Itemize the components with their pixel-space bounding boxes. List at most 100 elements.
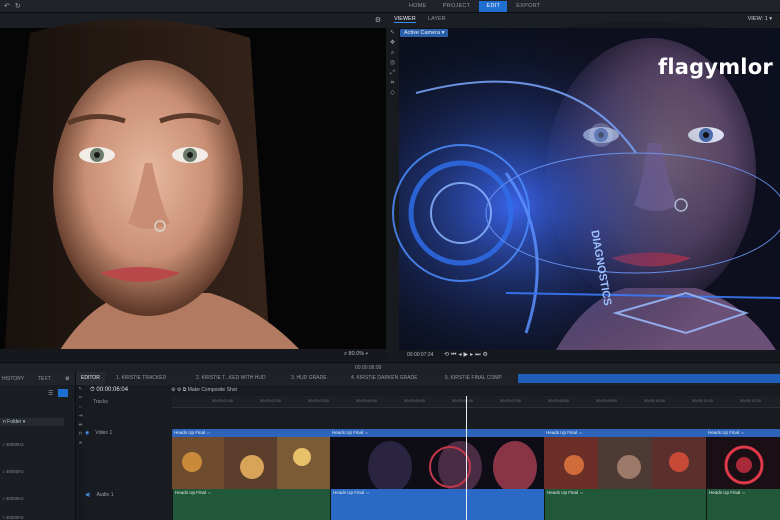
loop-icon[interactable]: ⟲	[444, 352, 451, 358]
audio-clip[interactable]: Heads Up Final ⇔	[172, 489, 330, 520]
refresh-icon[interactable]: ↻	[15, 3, 21, 10]
tab-kirstie-hud[interactable]: 2. KIRSTIE T...KED WITH HUD	[191, 372, 271, 385]
step-forward-icon[interactable]: ⏭	[475, 352, 482, 358]
list-item[interactable]: r 48000Hz	[3, 496, 24, 501]
editor-timecode-value: 00:00:06:04	[96, 387, 129, 393]
clip-label: Heads Up Final	[546, 430, 578, 435]
timeline-editor: EDITOR 1. KIRSTIE TRACKED 2. KIRSTIE T..…	[76, 372, 780, 520]
ruler-tick: 00:00:10:00	[644, 398, 666, 403]
tab-editor[interactable]: EDITOR	[76, 372, 105, 385]
clip-title: Heads Up Final ⇔	[709, 490, 746, 495]
list-item[interactable]: r 48000Hz	[3, 469, 24, 474]
link-tool-icon[interactable]: ∞	[76, 439, 85, 448]
window-controls: ↶ ↻	[4, 3, 21, 10]
clip-label: Heads Up Final	[174, 430, 206, 435]
tab-final-comp[interactable]: 5. KIRSTIE FINAL COMP	[440, 372, 507, 385]
clip-title: Heads Up Final ⇔	[333, 490, 370, 495]
roll-tool-icon[interactable]: ⇹	[76, 421, 85, 430]
menu-edit[interactable]: EDIT	[479, 1, 508, 12]
ruler-tick: 00:00:04:00	[356, 398, 378, 403]
tab-hud-grade[interactable]: 3. HUD GRADE	[286, 372, 332, 385]
clip-label: Heads Up Final	[547, 490, 579, 495]
grid-view-icon[interactable]	[58, 389, 68, 397]
audio-clip[interactable]: Heads Up Final ⇔	[706, 489, 780, 520]
tab-strip-fill	[518, 374, 780, 383]
menu-export[interactable]: EXPORT	[509, 1, 547, 12]
folder-row[interactable]: n Folder ▾	[0, 418, 64, 426]
editor-timecode: ⏱ 00:00:06:04	[90, 387, 129, 393]
tab-darken-grade[interactable]: 4. KIRSTIE DARKEN GRADE	[346, 372, 422, 385]
clip-title: Heads Up Final ⇔	[175, 490, 212, 495]
timeline-ruler[interactable]: 00:00:01:00 00:00:02:00 00:00:03:00 00:0…	[172, 396, 780, 408]
ruler-tick: 00:00:05:00	[404, 398, 426, 403]
source-viewer[interactable]: ⚙ ⌕ 80.0% ▾	[0, 13, 386, 362]
tab-kirstie-tracked[interactable]: 1. KIRSTIE TRACKED	[111, 372, 171, 385]
menu-project[interactable]: PROJECT	[436, 1, 478, 12]
clip-thumbnail	[706, 437, 780, 491]
settings-icon[interactable]: ⚙	[65, 376, 69, 382]
ruler-tick: 00:00:06:00	[452, 398, 474, 403]
main-menu: HOME PROJECT EDIT EXPORT	[402, 1, 548, 12]
clip-thumbnail	[544, 437, 706, 491]
viewer-timecode: 00:00:07:24	[407, 352, 434, 358]
ruler-tick: 00:00:11:00	[692, 398, 713, 403]
editor-toolbar: ↖ ✂ ⇔ ⇥ ⇹ ⊓ ∞	[76, 385, 85, 520]
video-clip[interactable]: Heads Up Final ⇔	[172, 429, 330, 491]
media-panel: HISTORY TEXT ⚙ ☰ n Folder ▾ r 48000Hz r …	[0, 372, 76, 520]
ruler-tick: 00:00:02:00	[260, 398, 282, 403]
camera-select-label: Active Camera	[404, 30, 441, 36]
clip-label: Heads Up Final	[332, 430, 364, 435]
razor-tool-icon[interactable]: ✂	[76, 394, 85, 403]
clip-label: Heads Up Final	[175, 490, 207, 495]
viewer-transport: 00:00:07:24 ⟲⏮◂▶▸⏭⚙	[399, 350, 780, 362]
back-icon[interactable]: ↶	[4, 3, 10, 10]
list-view-icon[interactable]: ☰	[48, 390, 53, 397]
clip-title: Heads Up Final ⇔	[172, 429, 330, 437]
clip-thumbnail	[172, 437, 330, 491]
snap-tool-icon[interactable]: ⊓	[76, 430, 85, 439]
list-item[interactable]: r 48000Hz	[3, 442, 24, 447]
playhead[interactable]	[466, 396, 467, 520]
audio-track-header[interactable]: ◀) Audio 1	[85, 492, 171, 498]
source-footage-image	[0, 19, 386, 351]
tracks-label: Tracks	[93, 399, 108, 405]
divider-timecode: 00:00:08:09	[355, 365, 382, 371]
ruler-tick: 00:00:12:00	[740, 398, 762, 403]
clip-title: Heads Up Final ⇔	[547, 490, 584, 495]
tab-text[interactable]: TEXT	[38, 376, 51, 382]
camera-select[interactable]: Active Camera ▾	[400, 29, 449, 37]
ruler-tick: 00:00:09:00	[596, 398, 618, 403]
speaker-icon[interactable]: ◀)	[85, 492, 91, 498]
ripple-tool-icon[interactable]: ⇥	[76, 412, 85, 421]
settings-icon[interactable]: ⚙	[483, 352, 490, 358]
select-tool-icon[interactable]: ↖	[76, 385, 85, 394]
video-clip[interactable]: Heads Up Final ⇔	[544, 429, 706, 491]
slip-tool-icon[interactable]: ⇔	[76, 403, 85, 412]
video-clip[interactable]: Heads Up Final ⇔	[706, 429, 780, 491]
zoom-level[interactable]: ⌕ 80.0% ▾	[344, 351, 368, 358]
menu-home[interactable]: HOME	[402, 1, 434, 12]
editor-tabs: EDITOR 1. KIRSTIE TRACKED 2. KIRSTIE T..…	[76, 372, 780, 385]
source-viewer-footer: ⌕ 80.0% ▾	[0, 349, 386, 362]
clip-label: Heads Up Final	[333, 490, 365, 495]
list-item[interactable]: r 48000Hz	[3, 515, 24, 520]
audio-clip[interactable]: Heads Up Final ⇔	[330, 489, 544, 520]
clip-title: Heads Up Final ⇔	[544, 429, 706, 437]
ruler-tick: 00:00:07:00	[500, 398, 522, 403]
clip-label: Heads Up Final	[709, 490, 741, 495]
ruler-tick: 00:00:03:00	[308, 398, 330, 403]
video-track-header[interactable]: ◉ Video 1	[85, 430, 171, 436]
clip-thumbnail	[330, 437, 544, 491]
tab-history[interactable]: HISTORY	[2, 376, 24, 382]
make-composite-label: Make Composite Shot	[187, 387, 237, 393]
clip-label: Heads Up Final	[708, 430, 740, 435]
clip-title: Heads Up Final ⇔	[330, 429, 544, 437]
eye-icon[interactable]: ◉	[85, 430, 89, 436]
ruler-tick: 00:00:01:00	[212, 398, 234, 403]
make-composite-button[interactable]: ⚙ ⚙ ⧉ Make Composite Shot	[171, 387, 237, 393]
audio-track-label: Audio 1	[96, 492, 114, 498]
video-clip[interactable]: Heads Up Final ⇔	[330, 429, 544, 491]
timeline-divider: 00:00:08:09	[0, 362, 780, 372]
audio-clip[interactable]: Heads Up Final ⇔	[544, 489, 706, 520]
zoom-value: 80.0%	[348, 351, 365, 357]
